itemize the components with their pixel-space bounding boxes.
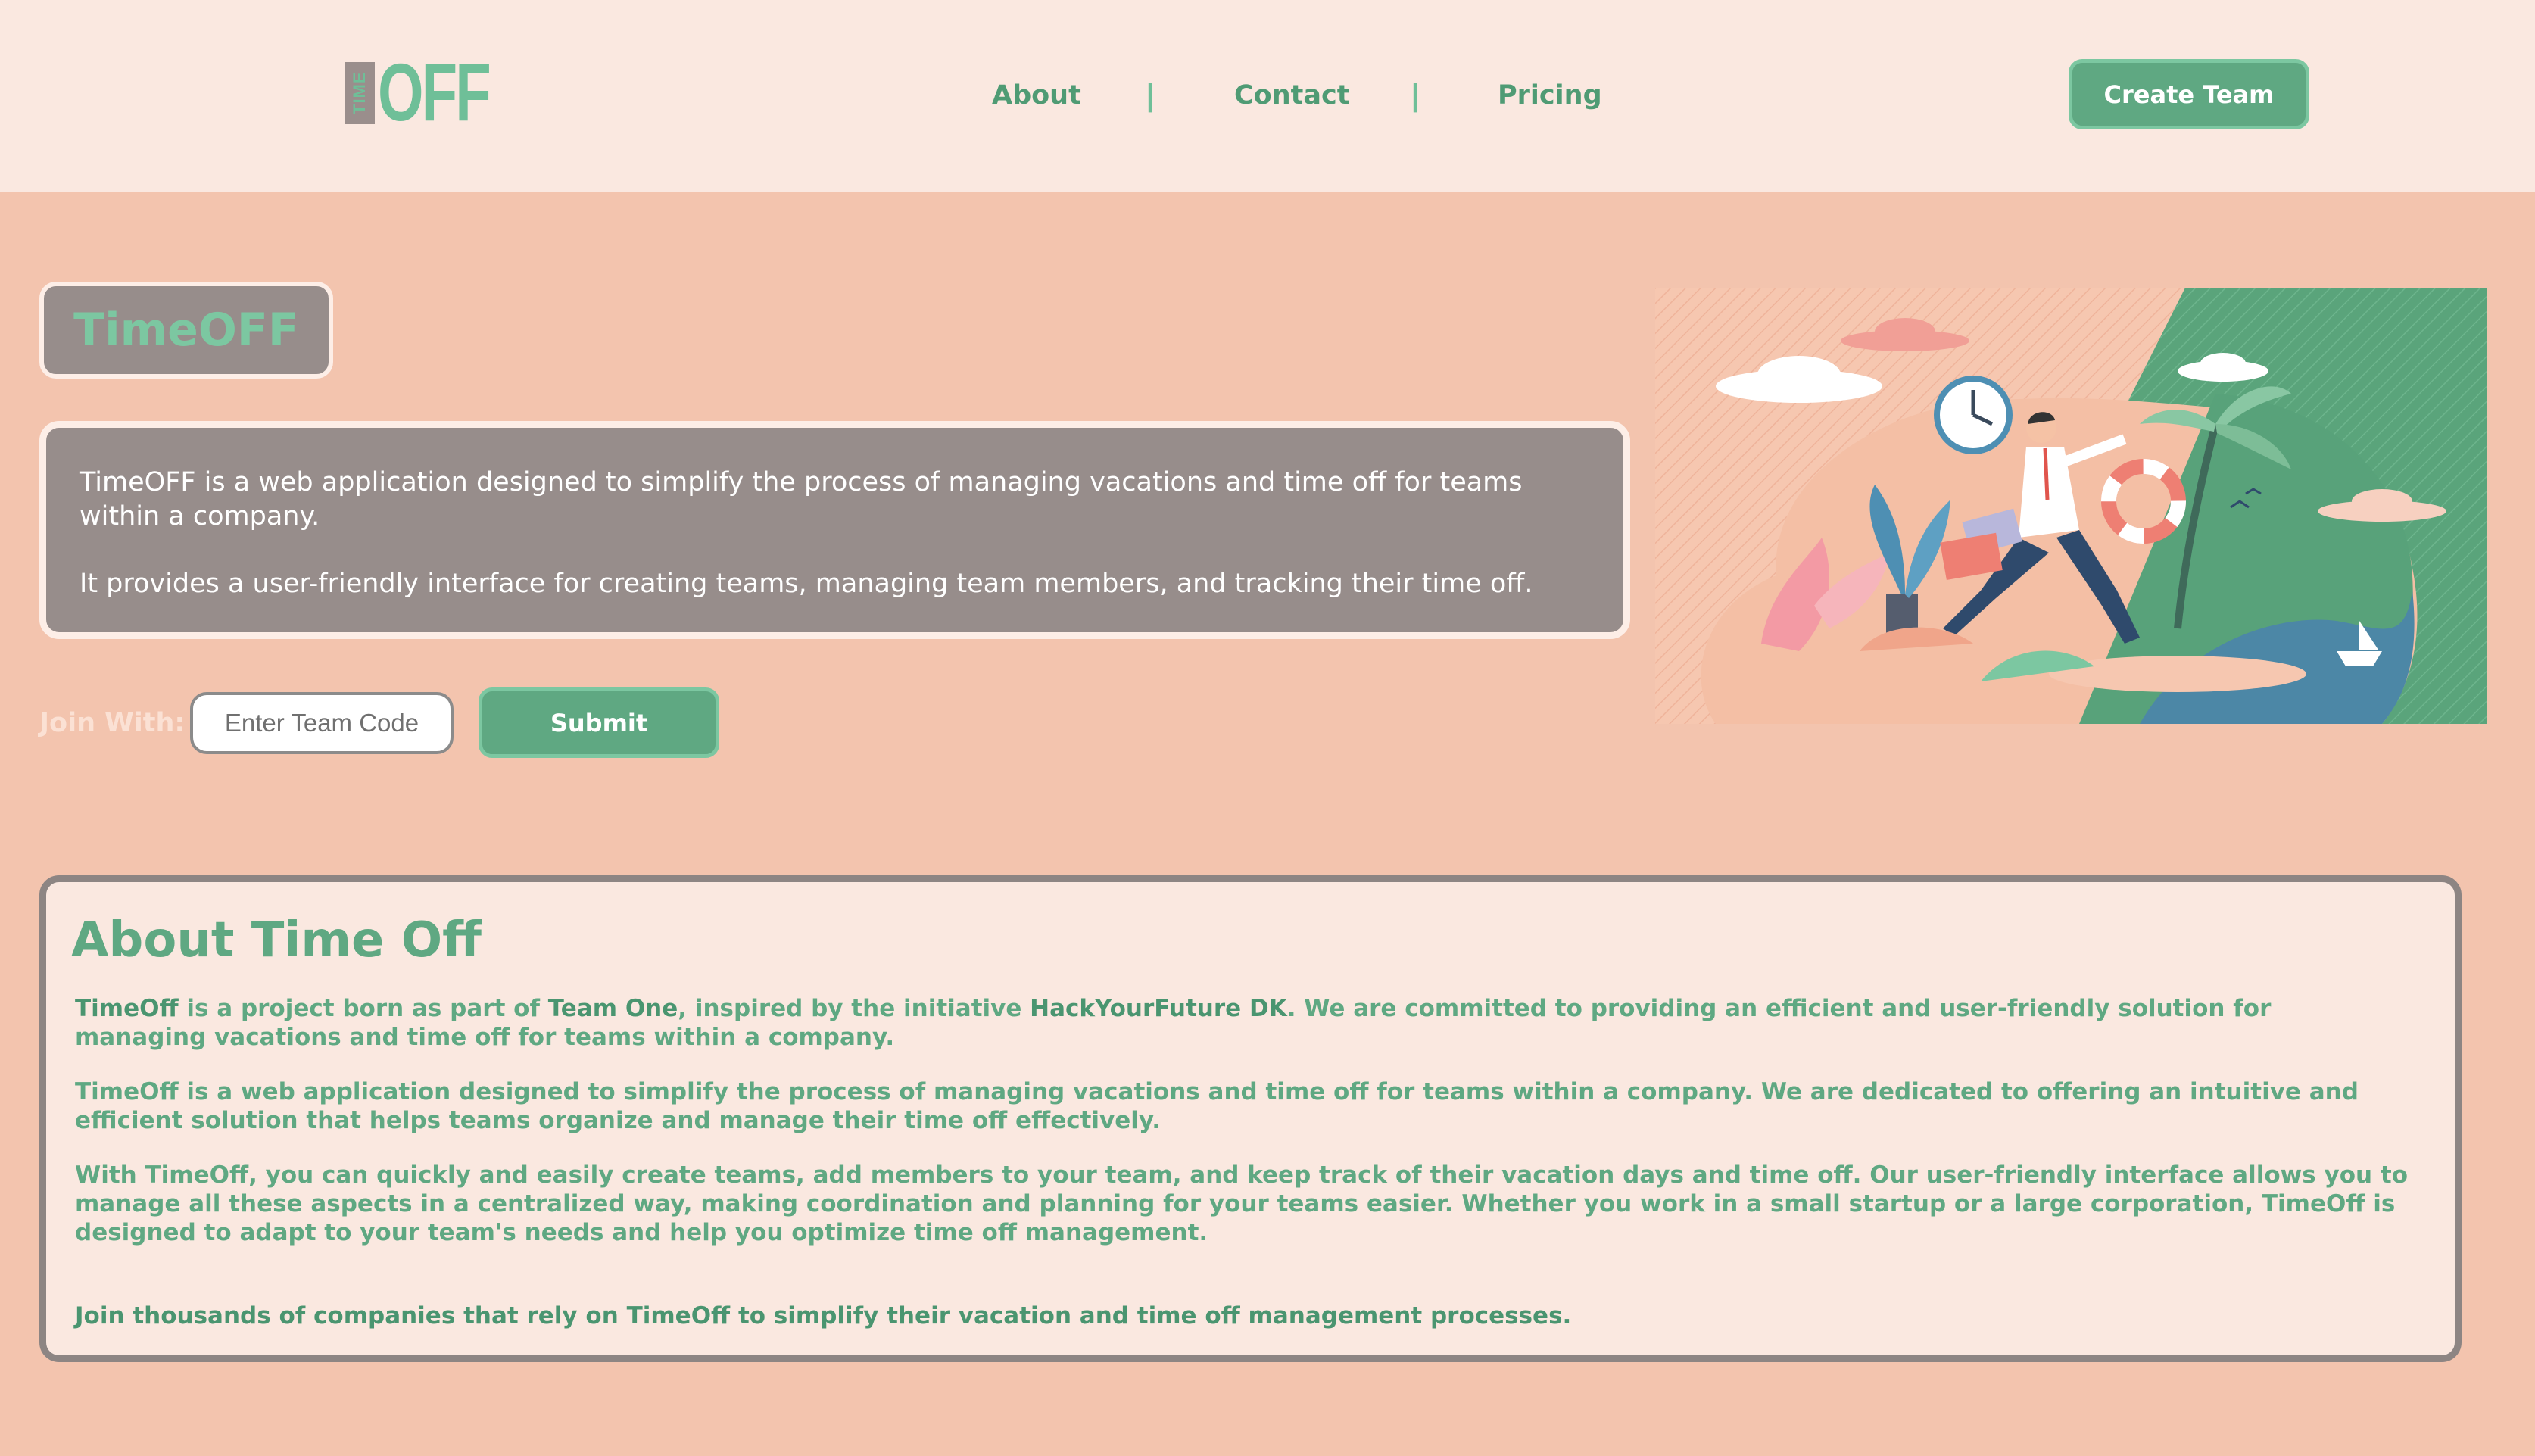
about-text: , inspired by the initiative xyxy=(678,995,1031,1022)
hero-title: TimeOFF xyxy=(39,282,333,379)
nav-about[interactable]: About xyxy=(992,73,1081,118)
about-name-hyf: HackYourFuture DK xyxy=(1030,995,1287,1022)
submit-button[interactable]: Submit xyxy=(479,687,719,758)
about-paragraph: With TimeOff, you can quickly and easily… xyxy=(75,1161,2408,1246)
team-code-input[interactable] xyxy=(190,692,454,754)
nav-separator: | xyxy=(1410,79,1420,112)
nav-separator: | xyxy=(1145,79,1155,112)
nav-pricing[interactable]: Pricing xyxy=(1498,73,1602,118)
about-name-timeoff: TimeOff xyxy=(75,995,179,1022)
site-header: TIME OFF About | Contact | Pricing Creat… xyxy=(0,0,2535,192)
create-team-button[interactable]: Create Team xyxy=(2069,59,2309,129)
vacation-illustration-icon xyxy=(1655,288,2487,724)
hero-paragraph: It provides a user-friendly interface fo… xyxy=(80,569,1533,599)
join-with-label: Join With: xyxy=(39,708,186,738)
hero-description: TimeOFF is a web application designed to… xyxy=(39,421,1630,639)
nav-contact[interactable]: Contact xyxy=(1234,73,1349,118)
about-text: is a project born as part of xyxy=(178,995,548,1022)
about-heading: About Time Off xyxy=(71,912,482,968)
about-paragraph: TimeOff is a web application designed to… xyxy=(75,1078,2359,1134)
about-closing: Join thousands of companies that rely on… xyxy=(75,1302,1572,1330)
about-paragraph: TimeOff is a project born as part of Tea… xyxy=(75,994,2409,1052)
about-name-team-one: Team One xyxy=(547,995,678,1022)
about-section: About Time Off TimeOff is a project born… xyxy=(39,875,2462,1362)
hero-paragraph: TimeOFF is a web application designed to… xyxy=(80,467,1523,532)
